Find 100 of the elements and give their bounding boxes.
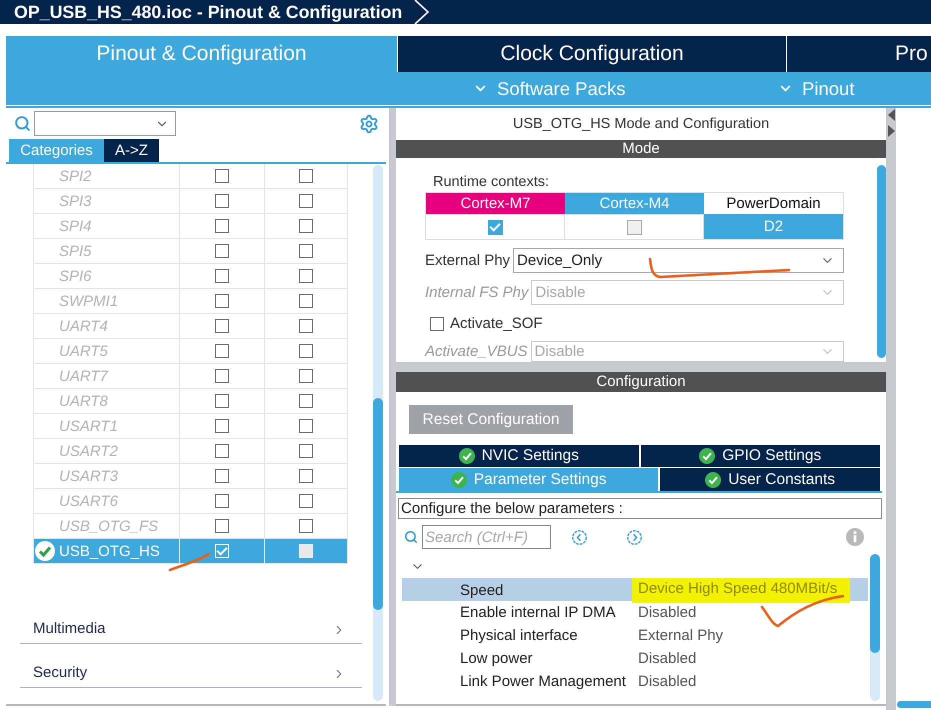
dropdown[interactable]: Device_Only [513,248,844,273]
peripheral-row[interactable]: SPI3 [34,189,348,214]
peripheral-name: UART8 [59,392,108,410]
checkbox[interactable] [215,444,229,458]
checkbox[interactable] [215,244,229,258]
category-row[interactable]: Security [20,644,362,688]
checkbox[interactable] [299,519,313,533]
checkbox[interactable] [215,344,229,358]
checkbox[interactable] [215,469,229,483]
checkbox[interactable] [299,244,313,258]
checkbox[interactable] [299,544,313,558]
search-dropdown[interactable] [34,111,176,136]
peripheral-row[interactable]: USART2 [34,439,348,464]
peripheral-name: USART2 [59,442,118,460]
peripheral-row[interactable]: USART1 [34,414,348,439]
peripheral-row[interactable]: UART8 [34,389,348,414]
checkbox[interactable] [299,269,313,283]
settings-tab[interactable]: GPIO Settings [640,445,880,467]
peripheral-name: SPI4 [59,218,92,234]
peripheral-row[interactable]: UART5 [34,339,348,364]
settings-tab[interactable]: User Constants [660,468,880,491]
field-label: Internal FS Phy [425,284,528,301]
scrollbar-thumb[interactable] [870,554,880,653]
parameter-name: Speed [459,582,504,599]
scrollbar-thumb[interactable] [897,701,931,708]
field-label: External Phy [425,252,510,269]
settings-tab[interactable]: NVIC Settings [399,445,638,467]
description-text: Configure the below parameters : [398,498,882,519]
checkbox[interactable] [299,319,313,333]
checkbox[interactable] [299,444,313,458]
search-field[interactable]: Search (Ctrl+F) [422,525,551,549]
peripheral-name: UART4 [59,318,108,334]
peripheral-row[interactable]: UART7 [34,364,348,389]
checkbox[interactable] [215,419,229,433]
peripheral-name: SPI6 [59,268,92,284]
checkbox[interactable] [299,194,313,208]
main-tab[interactable]: Pro [787,36,931,72]
checkbox[interactable] [299,369,313,383]
view-tab[interactable]: Categories [9,139,104,162]
peripheral-row[interactable]: UART4 [34,314,348,339]
checkbox[interactable] [430,316,444,330]
checkbox-label: Activate_SOF [450,315,543,332]
checkbox[interactable] [215,219,229,233]
expand-right-icon[interactable] [888,125,894,137]
checkbox[interactable] [299,344,313,358]
peripheral-row[interactable]: SPI5 [34,239,348,264]
peripheral-name: UART5 [59,342,108,360]
checkbox[interactable] [299,169,313,183]
peripheral-row[interactable]: SPI4 [34,214,348,239]
parameter-value: Disabled [637,604,696,621]
parameter-row[interactable]: Speed Device High Speed 480MBit/s [402,578,868,601]
parameter-value: Disabled [637,650,696,667]
settings-tab[interactable]: Parameter Settings [399,468,658,491]
checkbox[interactable] [215,494,229,508]
checkbox[interactable] [215,294,229,308]
parameter-row[interactable]: Low power Disabled [402,647,868,670]
scrollbar-thumb[interactable] [877,165,886,358]
checkbox[interactable] [215,269,229,283]
category-label: Multimedia [33,620,106,637]
parameter-row[interactable]: Physical interface External Phy [402,624,868,647]
checkbox[interactable] [215,369,229,383]
peripheral-row[interactable]: USART3 [34,464,348,489]
checkbox[interactable] [299,294,313,308]
peripheral-row[interactable]: USART6 [34,489,348,514]
peripheral-name: USB_OTG_FS [59,518,158,534]
parameter-row[interactable]: Enable internal IP DMA Disabled [402,601,868,624]
checkbox[interactable] [299,219,313,233]
checkbox[interactable] [299,394,313,408]
peripheral-row[interactable]: SWPMI1 [34,289,348,314]
collapse-left-icon[interactable] [888,109,894,121]
runtime-contexts-label: Runtime contexts: [433,174,550,191]
peripheral-row[interactable]: SPI2 [34,164,348,189]
checkbox[interactable] [215,394,229,408]
peripheral-name: SWPMI1 [59,292,118,310]
checkbox[interactable] [299,419,313,433]
view-tab[interactable]: A->Z [104,139,159,162]
parameter-row[interactable]: Link Power Management Disabled [402,670,868,693]
peripheral-row[interactable]: SPI6 [34,264,348,289]
checkbox[interactable] [215,194,229,208]
main-tab[interactable]: Pinout & Configuration [6,36,397,72]
circle-right-icon[interactable] [627,530,642,544]
peripheral-name: SPI3 [59,192,92,210]
category-row[interactable]: Multimedia [20,600,362,644]
search-icon [404,530,418,544]
checkbox[interactable] [215,169,229,183]
menu-button[interactable]: Pinout [775,78,854,100]
checkbox[interactable] [299,469,313,483]
checkbox[interactable] [488,220,502,234]
checkbox[interactable] [215,319,229,333]
circle-left-icon[interactable] [572,530,587,544]
scrollbar-thumb[interactable] [373,398,383,610]
settings-icon[interactable] [359,114,379,134]
parameter-value: External Phy [637,627,724,644]
reset-button[interactable]: Reset Configuration [409,405,573,434]
menu-button[interactable]: Software Packs [470,78,626,100]
peripheral-row[interactable]: USB_OTG_HS [34,539,348,564]
checkbox[interactable] [215,519,229,533]
checkbox[interactable] [299,494,313,508]
main-tab[interactable]: Clock Configuration [398,36,786,72]
peripheral-name: USART1 [59,418,118,434]
